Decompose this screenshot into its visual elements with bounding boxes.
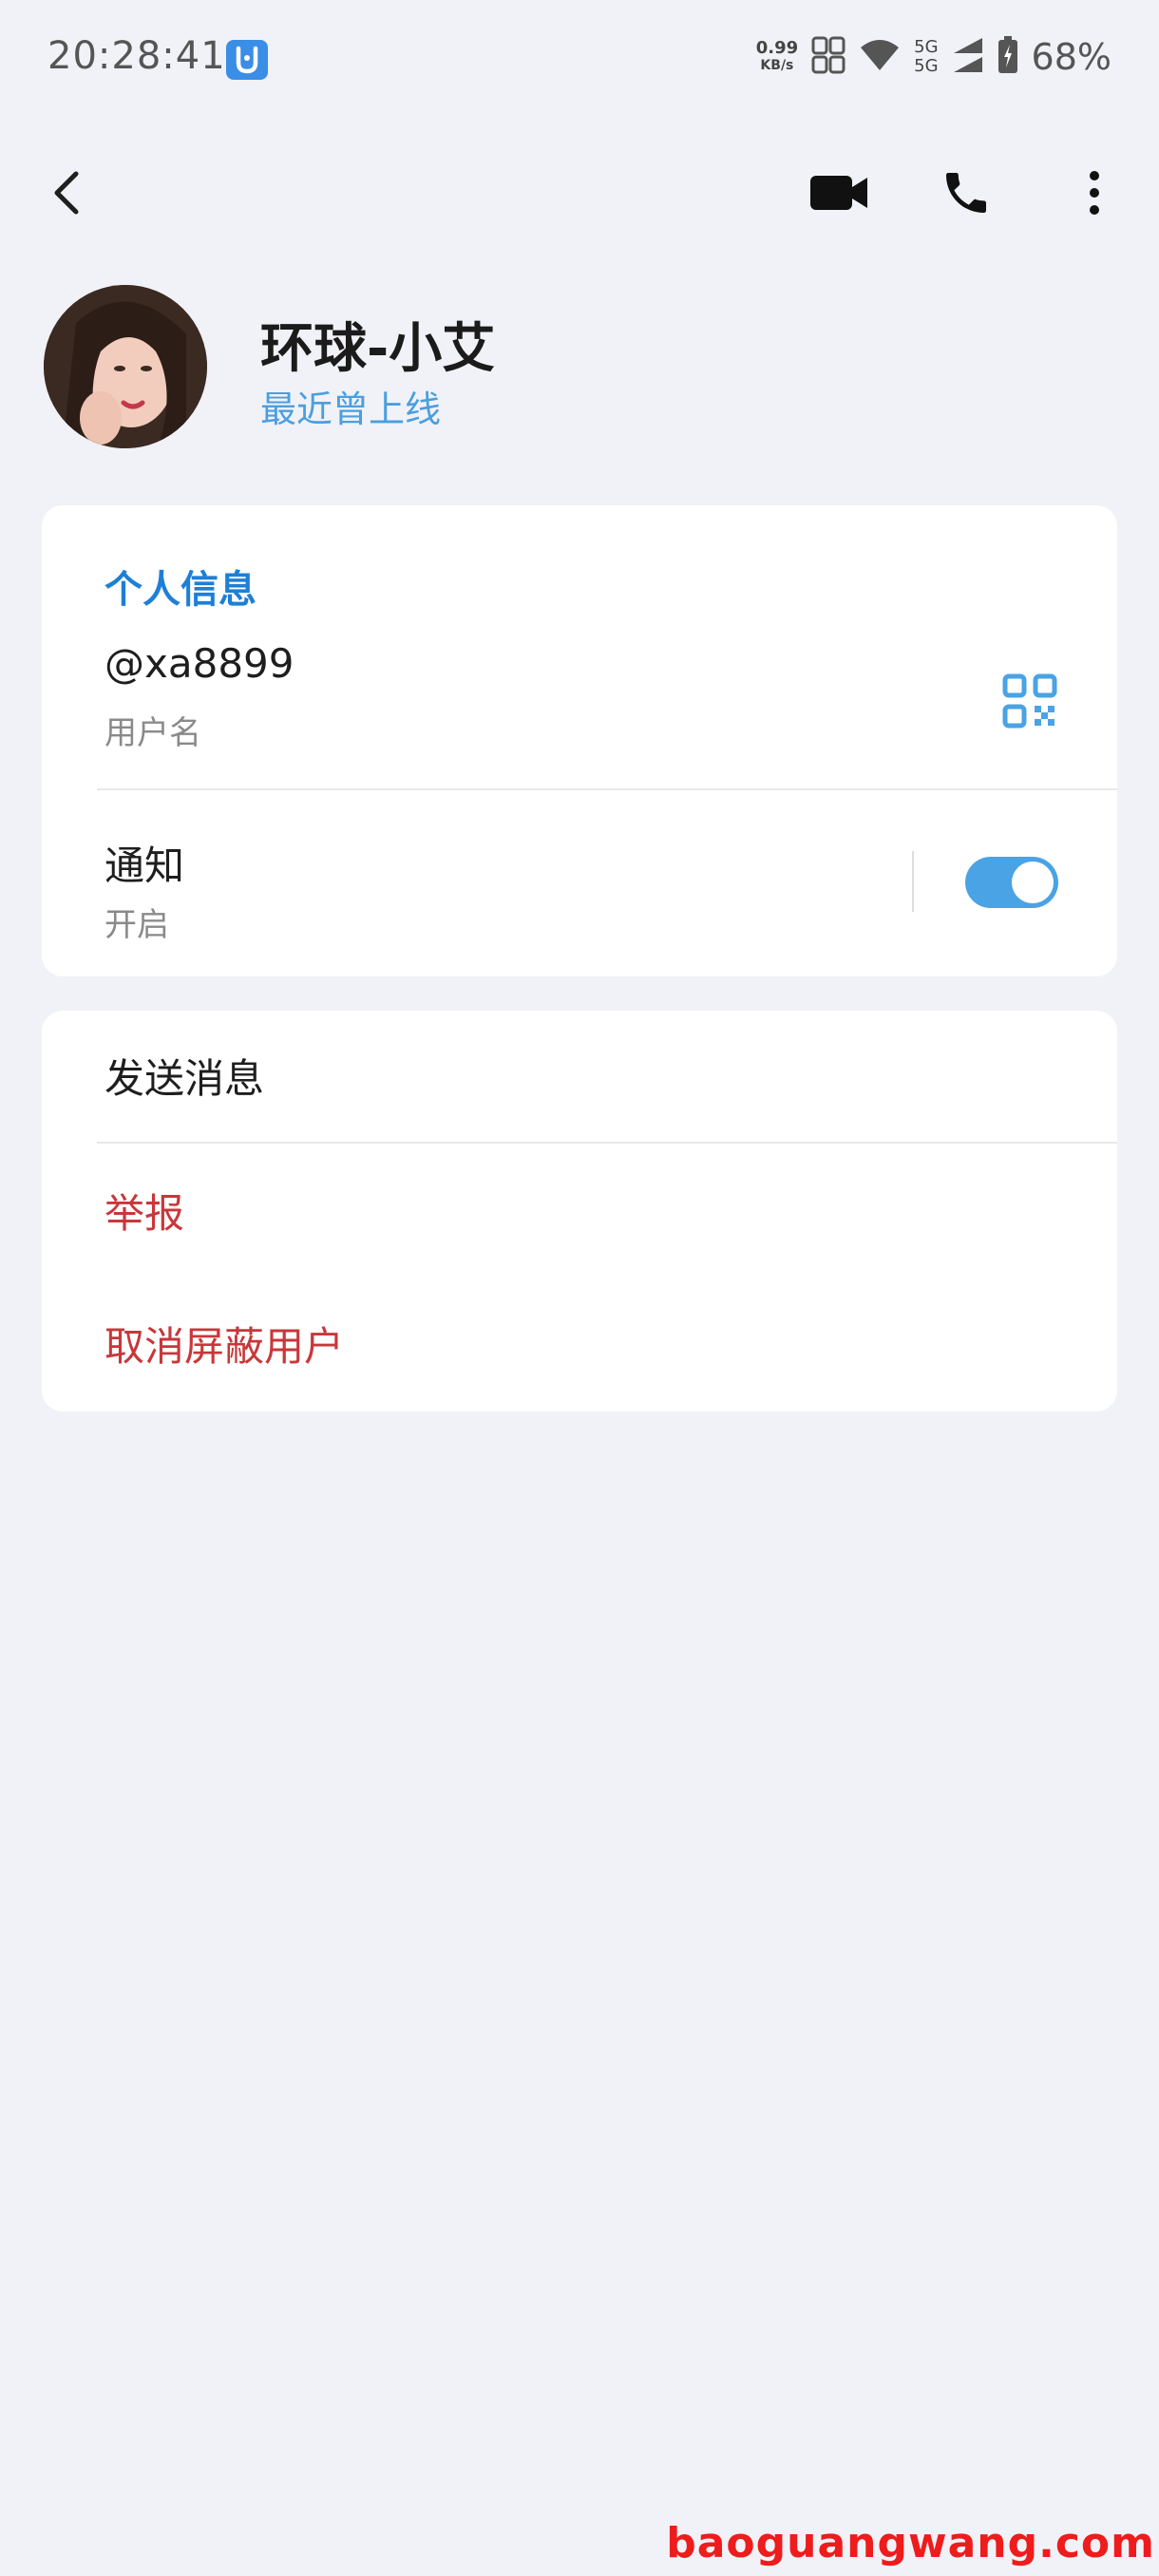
more-vertical-icon — [1088, 169, 1101, 220]
battery-icon — [998, 36, 1018, 78]
network-type: 5G 5G — [914, 38, 938, 76]
network-bottom: 5G — [914, 56, 939, 76]
info-card: 个人信息 @xa8899 用户名 通知 开启 — [42, 505, 1117, 976]
net-speed: 0.99 KB/s — [756, 39, 798, 75]
section-title-personal-info: 个人信息 — [104, 568, 256, 612]
username-label: 用户名 — [104, 714, 201, 752]
status-bar: 20:28:41 0.99 KB/s 5G 5G 68% — [0, 0, 1159, 119]
phone-icon — [940, 166, 993, 223]
back-button[interactable] — [38, 161, 95, 228]
nfc-icon — [811, 36, 846, 78]
divider — [97, 1142, 1117, 1144]
username-value: @xa8899 — [104, 640, 294, 687]
status-indicators: 0.99 KB/s 5G 5G 68% — [756, 32, 1112, 82]
notifications-state: 开启 — [104, 906, 169, 944]
more-options-button[interactable] — [1066, 161, 1123, 228]
video-camera-icon — [808, 172, 869, 218]
signal-icon — [952, 36, 984, 78]
watermark: baoguangwang.com — [666, 2519, 1155, 2567]
u-shield-icon — [226, 40, 268, 80]
notifications-label: 通知 — [104, 843, 185, 889]
status-time: 20:28:41 — [48, 34, 226, 78]
qr-code-icon — [1002, 673, 1057, 732]
profile-name: 环球-小艾 — [260, 318, 496, 380]
voice-call-button[interactable] — [931, 161, 1001, 228]
wifi-icon — [859, 38, 901, 76]
qr-code-button[interactable] — [992, 665, 1068, 741]
notifications-toggle[interactable] — [965, 857, 1058, 908]
profile-screen: 20:28:41 0.99 KB/s 5G 5G 68% 环球-小艾 最近曾上线… — [0, 0, 1159, 2576]
divider — [97, 788, 1117, 790]
profile-last-seen: 最近曾上线 — [260, 388, 442, 430]
net-speed-unit: KB/s — [760, 58, 794, 73]
actions-card: 发送消息 举报 取消屏蔽用户 — [42, 1011, 1117, 1411]
chevron-left-icon — [48, 168, 86, 221]
send-message-button[interactable]: 发送消息 — [104, 1047, 264, 1105]
video-call-button[interactable] — [804, 161, 874, 228]
battery-percent: 68% — [1031, 36, 1112, 78]
net-speed-value: 0.99 — [755, 38, 799, 58]
network-top: 5G — [914, 37, 939, 57]
report-button[interactable]: 举报 — [104, 1182, 184, 1240]
toggle-separator — [912, 851, 914, 912]
unblock-user-button[interactable]: 取消屏蔽用户 — [104, 1315, 344, 1373]
toggle-knob — [1012, 862, 1054, 903]
avatar[interactable] — [44, 285, 207, 448]
